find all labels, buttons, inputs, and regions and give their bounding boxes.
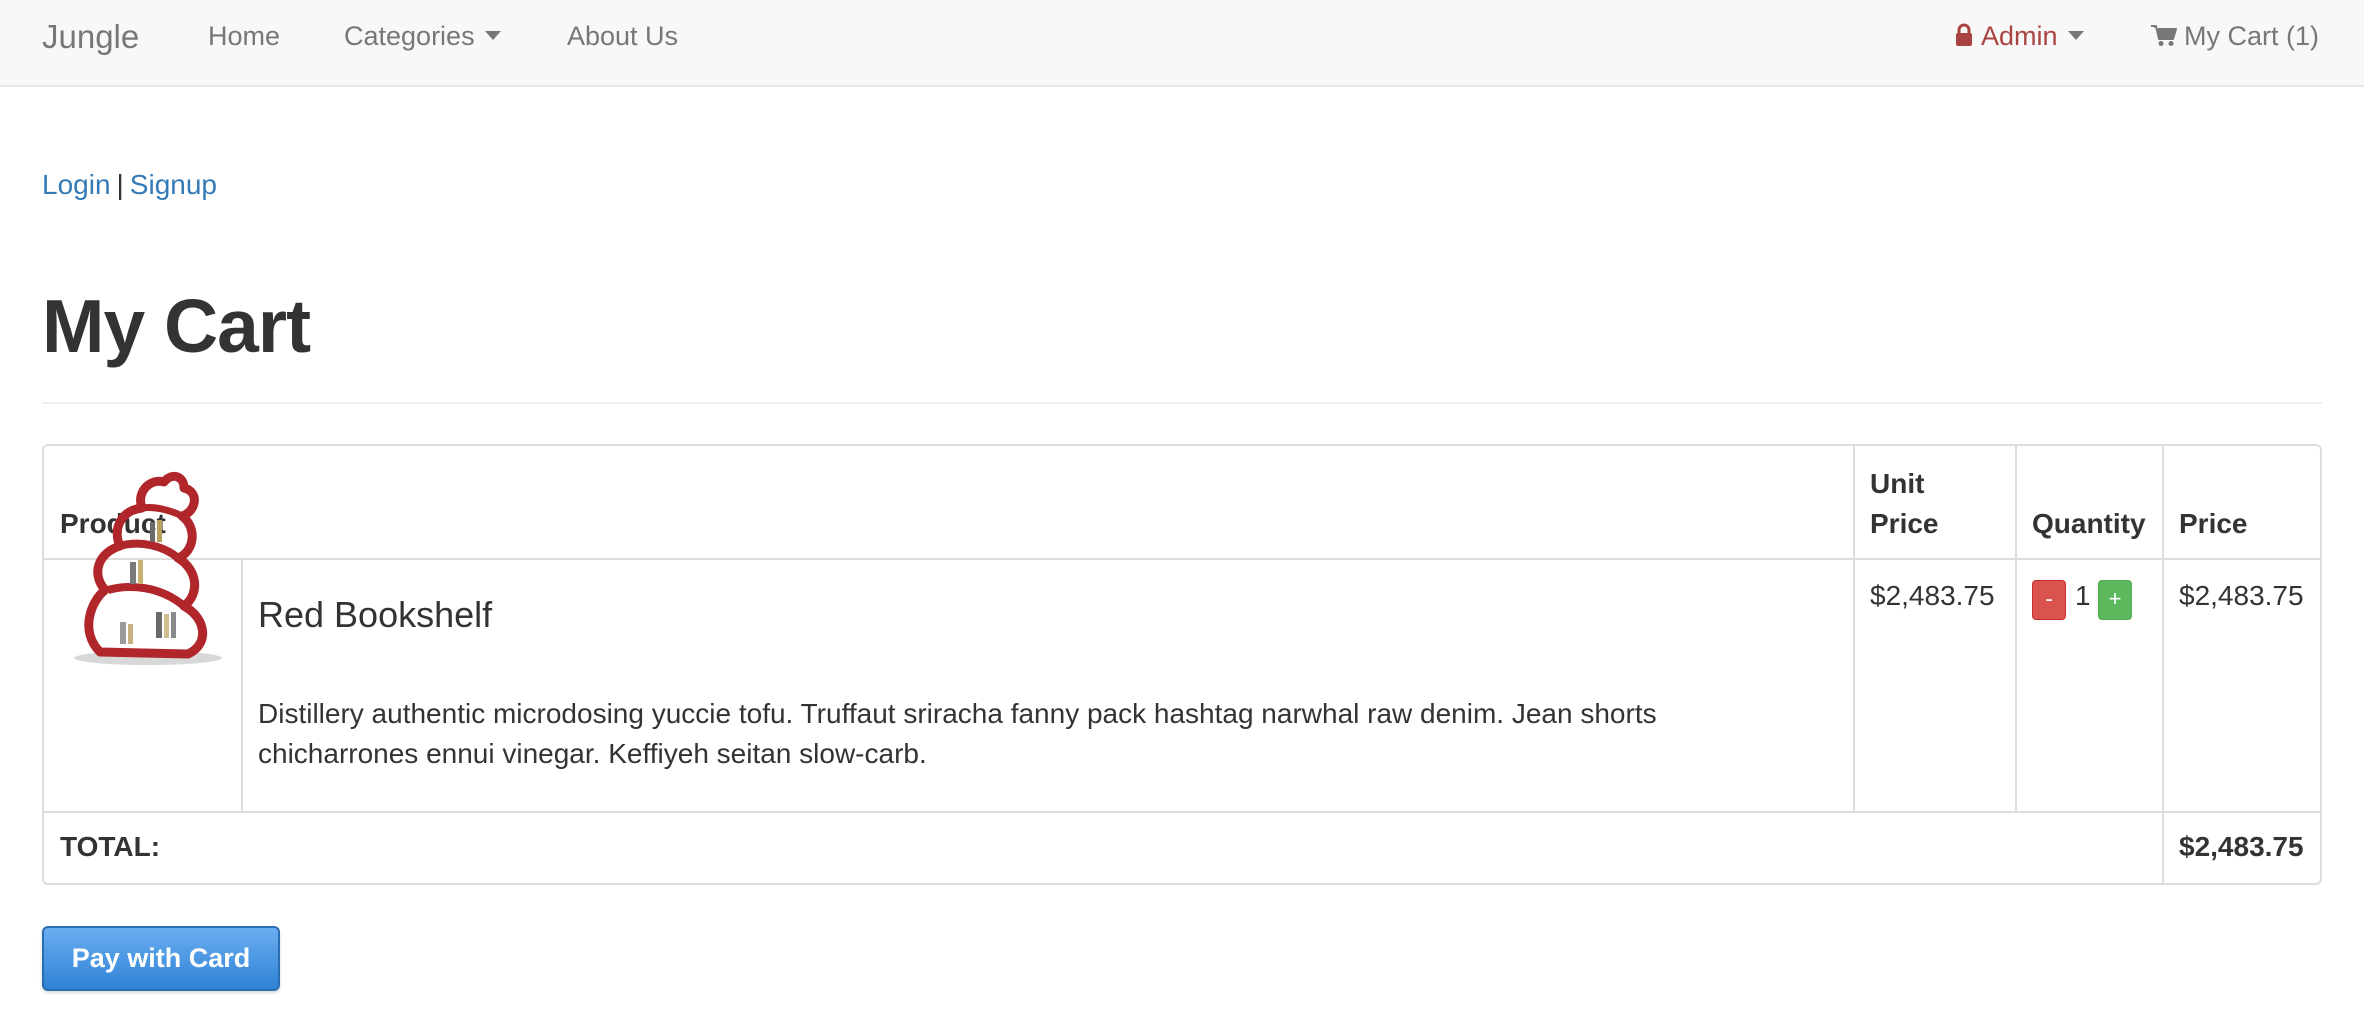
increase-quantity-button[interactable]: +: [2098, 580, 2132, 620]
total-divider: [44, 811, 2320, 813]
nav-my-cart[interactable]: My Cart (1): [2150, 19, 2319, 53]
cart-table: Product Unit Price Quantity Price Red Bo…: [42, 444, 2322, 885]
auth-separator: |: [116, 169, 124, 200]
product-description: Distillery authentic microdosing yuccie …: [258, 698, 1657, 769]
auth-links: Login | Signup: [42, 167, 217, 203]
header-price: Price: [2179, 508, 2248, 539]
price-value: $2,483.75: [2179, 580, 2304, 611]
caret-down-icon: [484, 31, 501, 41]
caret-down-icon: [2067, 31, 2084, 41]
column-divider: [1853, 446, 1855, 811]
nav-admin-label: Admin: [1981, 21, 2058, 51]
navbar: Jungle Home Categories About Us Admin My…: [0, 0, 2364, 87]
decrease-quantity-button[interactable]: -: [2032, 580, 2066, 620]
nav-about[interactable]: About Us: [567, 19, 678, 53]
total-label: TOTAL:: [60, 831, 161, 862]
nav-my-cart-label: My Cart (1): [2184, 21, 2319, 51]
quantity-value: 1: [2075, 580, 2091, 611]
nav-home[interactable]: Home: [208, 19, 280, 53]
product-image-red-bookshelf[interactable]: [60, 462, 226, 668]
total-value: $2,483.75: [2179, 831, 2304, 862]
header-divider: [44, 558, 2320, 560]
column-divider: [2015, 446, 2017, 811]
header-quantity: Quantity: [2032, 508, 2146, 539]
login-link[interactable]: Login: [42, 169, 111, 200]
unit-price-value: $2,483.75: [1870, 580, 1995, 611]
nav-categories-dropdown[interactable]: Categories: [344, 19, 501, 53]
title-divider: [42, 402, 2322, 404]
nav-categories-label: Categories: [344, 21, 475, 51]
column-divider: [241, 558, 243, 811]
lock-icon: [1956, 23, 1972, 46]
column-divider: [2162, 446, 2164, 883]
nav-admin-dropdown[interactable]: Admin: [1955, 19, 2084, 53]
header-unit-price: Unit Price: [1870, 468, 1939, 539]
pay-with-card-button[interactable]: Pay with Card: [42, 926, 280, 991]
page-title: My Cart: [42, 284, 311, 368]
shopping-cart-icon: [2151, 24, 2177, 46]
signup-link[interactable]: Signup: [130, 169, 217, 200]
brand-logo[interactable]: Jungle: [42, 17, 139, 57]
product-name: Red Bookshelf: [258, 594, 493, 635]
